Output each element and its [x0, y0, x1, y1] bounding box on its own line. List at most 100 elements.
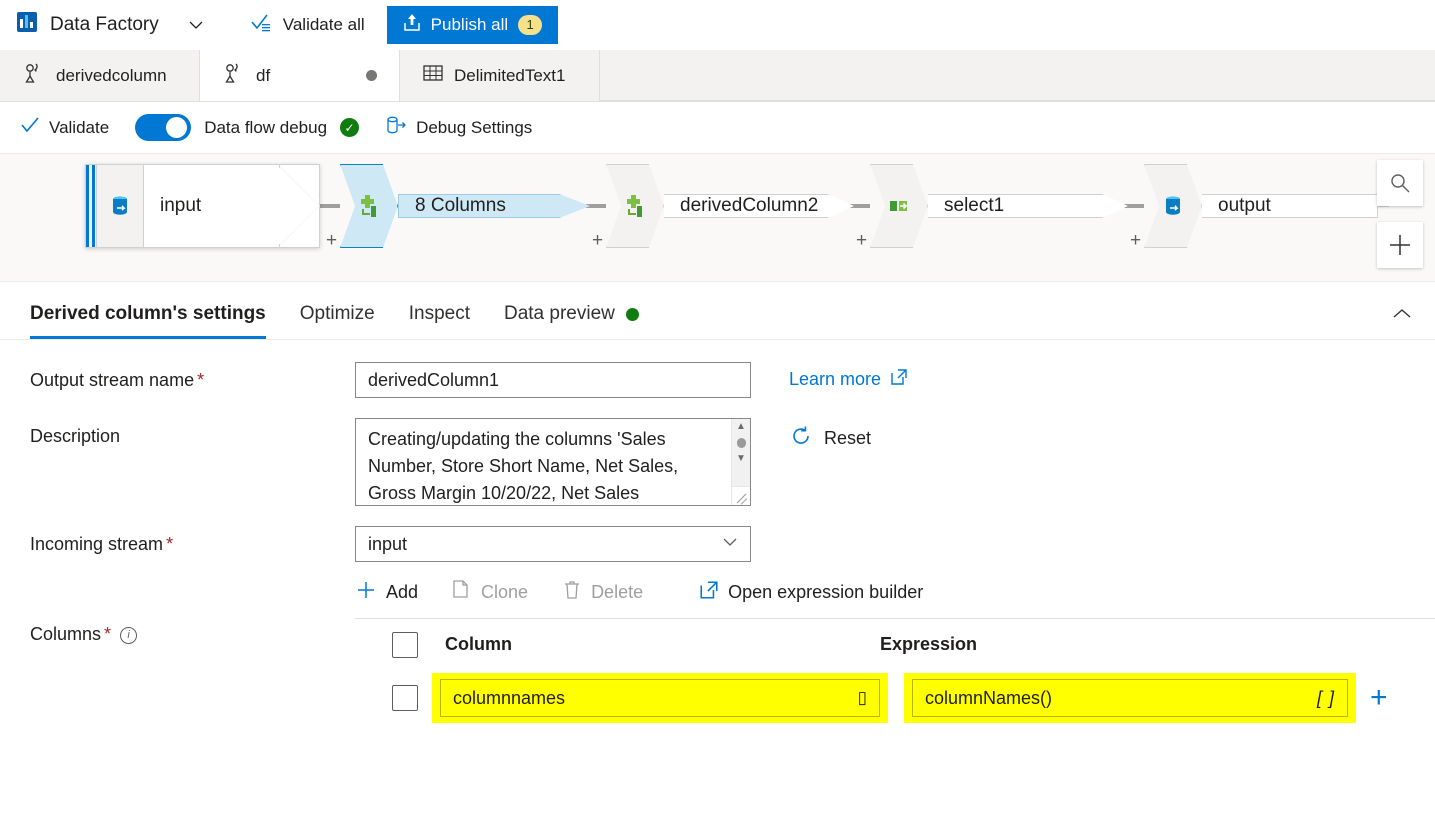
add-row-plus-icon[interactable]: +: [1370, 683, 1388, 713]
textarea-resize-grip[interactable]: [731, 486, 750, 505]
data-flow-debug-control: Data flow debug ✓: [135, 114, 360, 141]
data-preview-status-dot: [625, 307, 639, 321]
tab-derivedcolumn[interactable]: derivedcolumn: [0, 50, 200, 101]
validate-all-icon: [251, 12, 273, 37]
tab-strip-filler: [600, 50, 1435, 101]
plus-icon[interactable]: [1377, 222, 1423, 268]
tab-data-preview[interactable]: Data preview: [504, 303, 639, 339]
graph-node-label: select1: [928, 194, 1128, 218]
scroll-up-icon[interactable]: ▲: [736, 422, 746, 432]
column-name-glyph[interactable]: ▯: [858, 688, 867, 708]
refresh-icon: [789, 424, 813, 453]
graph-node-label: output: [1202, 194, 1378, 218]
delete-label: Delete: [591, 581, 644, 602]
label-text: Columns: [30, 624, 102, 644]
scroll-down-icon[interactable]: ▼: [736, 454, 746, 464]
chevron-up-icon[interactable]: [1385, 299, 1419, 329]
required-asterisk: *: [166, 534, 174, 554]
publish-all-button[interactable]: Publish all 1: [386, 5, 559, 44]
sink-database-icon: [1144, 164, 1202, 248]
row-checkbox[interactable]: [392, 685, 418, 711]
expression-header: Expression: [880, 634, 978, 654]
checkmark-icon: [20, 116, 40, 139]
learn-more-link[interactable]: Learn more: [789, 362, 908, 391]
data-flow-debug-label: Data flow debug: [204, 117, 328, 137]
tab-unsaved-dot: [366, 70, 377, 81]
select-icon: [870, 164, 928, 248]
description-value: Creating/updating the columns 'Sales Num…: [368, 429, 679, 503]
scroll-thumb[interactable]: [736, 438, 746, 448]
learn-more-label: Learn more: [789, 369, 882, 389]
description-row: Description Creating/updating the column…: [30, 418, 1405, 506]
output-stream-name-input[interactable]: [355, 362, 751, 398]
derived-column-icon: [606, 164, 664, 248]
expression-input[interactable]: columnNames() [ ]: [912, 679, 1348, 717]
reset-button[interactable]: Reset: [789, 418, 871, 453]
columns-grid-header: Column Expression: [355, 618, 1435, 670]
open-expression-builder-button[interactable]: Open expression builder: [699, 580, 923, 605]
expression-builder-glyph[interactable]: [ ]: [1317, 688, 1335, 709]
add-transform-plus-icon[interactable]: +: [856, 231, 867, 250]
tab-label: derivedcolumn: [56, 65, 167, 85]
search-icon[interactable]: [1377, 160, 1423, 206]
data-flow-icon: [222, 61, 246, 90]
data-flow-canvas[interactable]: input + 8 Columns + derivedColumn2 + sel…: [0, 154, 1435, 282]
column-name-cell: columnnames ▯: [432, 673, 888, 723]
add-column-button[interactable]: Add: [355, 579, 418, 606]
publish-count-badge: 1: [518, 14, 543, 35]
select-all-checkbox[interactable]: [392, 631, 418, 658]
data-flow-debug-toggle[interactable]: [135, 114, 192, 141]
data-flow-icon: [22, 61, 46, 90]
validate-button[interactable]: Validate: [20, 116, 109, 139]
debug-settings-label: Debug Settings: [416, 117, 533, 137]
tab-label: Optimize: [299, 303, 375, 324]
incoming-stream-row: Incoming stream * input: [30, 526, 1405, 562]
clone-column-button: Clone: [452, 579, 528, 606]
columns-label: Columns * i: [30, 624, 355, 645]
incoming-stream-select[interactable]: input: [355, 526, 751, 562]
graph-node-label: input: [144, 164, 320, 248]
debug-settings-button[interactable]: Debug Settings: [385, 115, 532, 140]
add-transform-plus-icon[interactable]: +: [1130, 231, 1141, 250]
data-factory-icon: [14, 9, 40, 40]
tab-df[interactable]: df: [200, 50, 400, 101]
columns-grid: Add Clone Delete Open expression builder…: [355, 572, 1435, 726]
graph-node-derivedcolumn2[interactable]: + derivedColumn2: [592, 164, 854, 250]
graph-node-input[interactable]: input: [85, 164, 320, 248]
label-text: Output stream name: [30, 370, 195, 390]
add-transform-plus-icon[interactable]: +: [326, 231, 337, 250]
external-link-icon: [890, 368, 908, 391]
graph-node-output[interactable]: + output: [1130, 164, 1389, 250]
canvas-controls: [1377, 160, 1423, 281]
required-asterisk: *: [197, 370, 205, 390]
required-asterisk: *: [104, 624, 112, 644]
graph-node-8-columns[interactable]: + 8 Columns: [326, 164, 590, 250]
reset-label: Reset: [824, 428, 872, 448]
tab-delimitedtext1[interactable]: DelimitedText1: [400, 50, 600, 101]
graph-node-select1[interactable]: + select1: [856, 164, 1128, 250]
derived-column-settings-form: Output stream name* Learn more Descripti…: [0, 340, 1435, 723]
tab-label: df: [256, 65, 271, 85]
tab-label: Data preview: [503, 303, 615, 324]
tab-optimize[interactable]: Optimize: [300, 303, 375, 339]
validate-all-button[interactable]: Validate all: [251, 12, 365, 37]
tab-derived-columns-settings[interactable]: Derived column's settings: [30, 303, 266, 339]
chevron-down-icon[interactable]: [181, 10, 211, 40]
data-flow-graph: input + 8 Columns + derivedColumn2 + sel…: [85, 164, 1389, 250]
column-name-input[interactable]: columnnames ▯: [440, 679, 880, 717]
debug-settings-icon: [385, 115, 407, 140]
publish-upload-icon: [403, 12, 421, 37]
output-stream-name-label: Output stream name *: [30, 362, 355, 391]
incoming-stream-value: input: [368, 533, 408, 554]
graph-node-label: 8 Columns: [398, 194, 590, 218]
clone-label: Clone: [481, 581, 529, 602]
dataset-table-icon: [422, 63, 444, 88]
source-database-icon: [96, 164, 144, 248]
description-textarea[interactable]: Creating/updating the columns 'Sales Num…: [355, 418, 751, 506]
output-stream-row: Output stream name* Learn more: [30, 362, 1405, 398]
info-icon[interactable]: i: [120, 626, 138, 644]
incoming-stream-label: Incoming stream *: [30, 526, 355, 555]
add-transform-plus-icon[interactable]: +: [592, 231, 603, 250]
plus-icon: [355, 579, 377, 606]
tab-inspect[interactable]: Inspect: [409, 303, 470, 339]
